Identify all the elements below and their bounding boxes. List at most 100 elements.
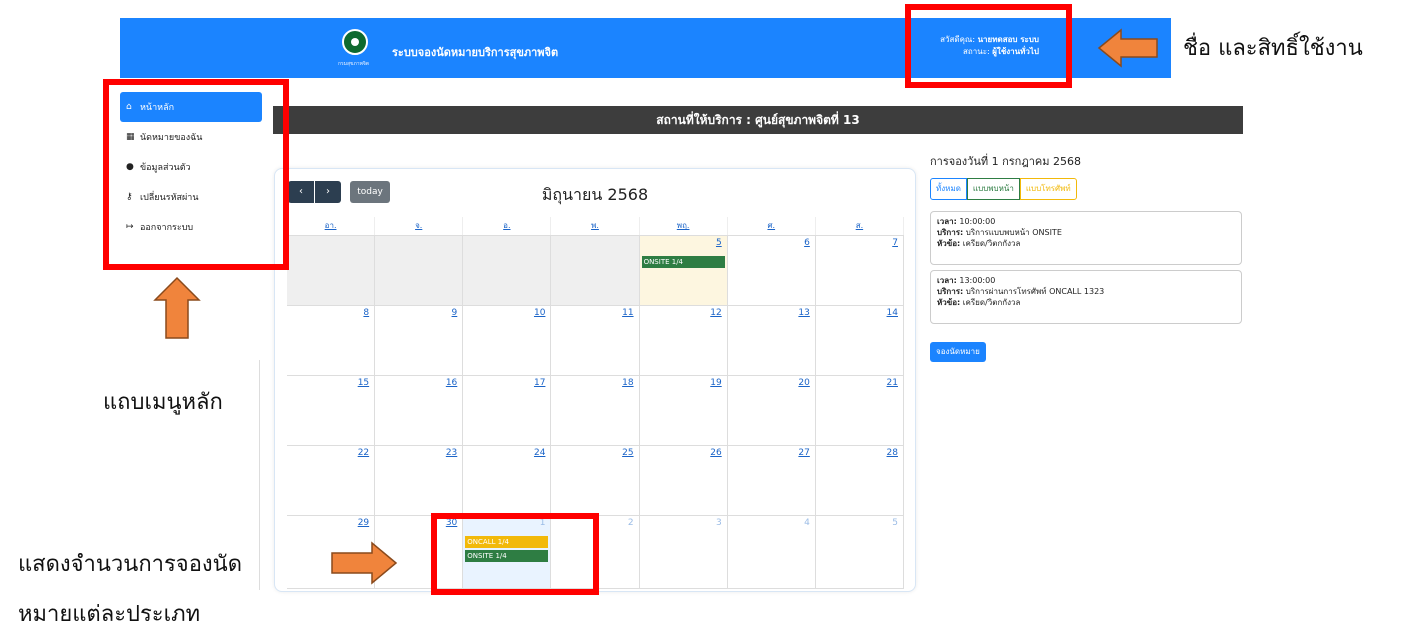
dow-thu: พฤ. [640, 217, 728, 235]
calendar-day-cell[interactable]: 16 [375, 376, 464, 445]
calendar-day-cell[interactable]: 5 [816, 516, 904, 588]
calendar-day-cell[interactable]: 5 ONSITE 1/4 [639, 236, 728, 305]
dow-tue: อ. [463, 217, 552, 235]
calendar-day-cell[interactable]: 12 [640, 306, 728, 375]
day-number[interactable]: 4 [804, 518, 810, 528]
day-number[interactable]: 7 [892, 238, 898, 248]
calendar-day-cell[interactable]: 25 [551, 446, 640, 515]
day-number[interactable]: 22 [358, 448, 369, 458]
calendar-day-cell[interactable]: 19 [640, 376, 728, 445]
time-label: เวลา: [937, 276, 957, 285]
appointment-service: บริการผ่านการโทรศัพท์ ONCALL 1323 [965, 287, 1105, 296]
day-number[interactable]: 11 [622, 308, 633, 318]
calendar-day-cell[interactable]: 20 [728, 376, 816, 445]
booking-count-highlight [431, 513, 599, 595]
service-location-bar: สถานที่ให้บริการ : ศูนย์สุขภาพจิตที่ 13 [273, 106, 1243, 134]
appointment-time: 10:00:00 [959, 217, 996, 226]
calendar-day-cell[interactable]: 21 [816, 376, 904, 445]
day-number[interactable]: 18 [622, 378, 633, 388]
day-number[interactable]: 24 [534, 448, 545, 458]
logo-caption: กรมสุขภาพจิต [338, 61, 370, 67]
day-number[interactable]: 16 [446, 378, 457, 388]
day-number[interactable]: 29 [358, 518, 369, 528]
day-number[interactable]: 28 [887, 448, 898, 458]
topic-label: หัวข้อ: [937, 298, 961, 307]
calendar-day-cell[interactable]: 14 [816, 306, 904, 375]
day-number[interactable]: 25 [622, 448, 633, 458]
sidebar-highlight [103, 79, 289, 270]
calendar-day-cell[interactable]: 13 [728, 306, 816, 375]
calendar-day-cell[interactable]: 22 [287, 446, 376, 515]
day-number[interactable]: 3 [716, 518, 722, 528]
booking-detail-panel: การจองวันที่ 1 กรกฎาคม 2568 ทั้งหมด แบบพ… [930, 152, 1245, 362]
calendar-day-cell[interactable]: 26 [640, 446, 728, 515]
day-number[interactable]: 8 [363, 308, 369, 318]
day-number[interactable]: 15 [358, 378, 369, 388]
topic-label: หัวข้อ: [937, 239, 961, 248]
day-number[interactable]: 6 [804, 238, 810, 248]
today-button[interactable]: today [350, 181, 390, 203]
day-number[interactable]: 13 [798, 308, 809, 318]
next-month-button[interactable]: › [315, 181, 341, 203]
calendar-day-cell [551, 236, 640, 305]
calendar-week: 22 23 24 25 26 27 28 [287, 446, 904, 516]
appointment-card[interactable]: เวลา: 10:00:00 บริการ: บริการแบบพบหน้า O… [930, 211, 1242, 265]
filter-onsite-button[interactable]: แบบพบหน้า [966, 178, 1020, 200]
day-number[interactable]: 5 [716, 238, 722, 248]
service-label: บริการ: [937, 287, 964, 296]
day-number[interactable]: 23 [446, 448, 457, 458]
appointment-topic: เครียด/วิตกกังวล [962, 298, 1021, 307]
book-appointment-button[interactable]: จองนัดหมาย [930, 342, 986, 362]
calendar-day-cell[interactable]: 17 [463, 376, 552, 445]
day-number[interactable]: 14 [887, 308, 898, 318]
main-menu-note: แถบเมนูหลัก [103, 390, 223, 415]
day-number[interactable]: 12 [710, 308, 721, 318]
user-permission-note: ชื่อ และสิทธิ์ใช้งาน [1183, 36, 1363, 61]
dow-sun: อา. [287, 217, 376, 235]
calendar-day-cell[interactable]: 8 [287, 306, 376, 375]
filter-all-button[interactable]: ทั้งหมด [930, 178, 967, 200]
sidebar-divider [259, 360, 260, 590]
calendar-day-cell[interactable]: 3 [640, 516, 728, 588]
booking-date-title: การจองวันที่ 1 กรกฎาคม 2568 [930, 155, 1081, 168]
calendar-day-cell[interactable]: 23 [375, 446, 464, 515]
day-number[interactable]: 2 [628, 518, 634, 528]
dow-sat: ส. [816, 217, 904, 235]
service-label: บริการ: [937, 228, 964, 237]
arrow-left-icon [1097, 28, 1158, 68]
dow-wed: พ. [551, 217, 640, 235]
appointment-time: 13:00:00 [959, 276, 996, 285]
calendar-day-cell[interactable]: 18 [551, 376, 640, 445]
calendar-day-cell[interactable]: 7 [816, 236, 904, 305]
dow-fri: ศ. [728, 217, 816, 235]
calendar-day-cell[interactable]: 11 [551, 306, 640, 375]
calendar-day-cell [375, 236, 464, 305]
day-number[interactable]: 17 [534, 378, 545, 388]
calendar-day-cell[interactable]: 28 [816, 446, 904, 515]
calendar-day-cell[interactable]: 10 [463, 306, 552, 375]
day-number[interactable]: 9 [452, 308, 458, 318]
app-title: ระบบจองนัดหมายบริการสุขภาพจิต [392, 46, 559, 59]
calendar-day-cell[interactable]: 27 [728, 446, 816, 515]
day-number[interactable]: 20 [798, 378, 809, 388]
day-number[interactable]: 10 [534, 308, 545, 318]
day-number[interactable]: 27 [798, 448, 809, 458]
day-number[interactable]: 5 [892, 518, 898, 528]
time-label: เวลา: [937, 217, 957, 226]
calendar-day-cell [463, 236, 552, 305]
calendar-day-cell[interactable]: 6 [728, 236, 816, 305]
appointment-card[interactable]: เวลา: 13:00:00 บริการ: บริการผ่านการโทรศ… [930, 270, 1242, 324]
calendar-day-cell[interactable]: 4 [728, 516, 816, 588]
dow-mon: จ. [375, 217, 464, 235]
day-number[interactable]: 19 [710, 378, 721, 388]
calendar-day-cell [287, 236, 376, 305]
calendar-day-cell[interactable]: 15 [287, 376, 376, 445]
day-number[interactable]: 26 [710, 448, 721, 458]
calendar-week: 15 16 17 18 19 20 21 [287, 376, 904, 446]
onsite-event[interactable]: ONSITE 1/4 [641, 256, 725, 268]
filter-oncall-button[interactable]: แบบโทรศัพท์ [1019, 178, 1077, 200]
prev-month-button[interactable]: ‹ [288, 181, 314, 203]
calendar-day-cell[interactable]: 24 [463, 446, 552, 515]
day-number[interactable]: 21 [887, 378, 898, 388]
calendar-day-cell[interactable]: 9 [375, 306, 464, 375]
